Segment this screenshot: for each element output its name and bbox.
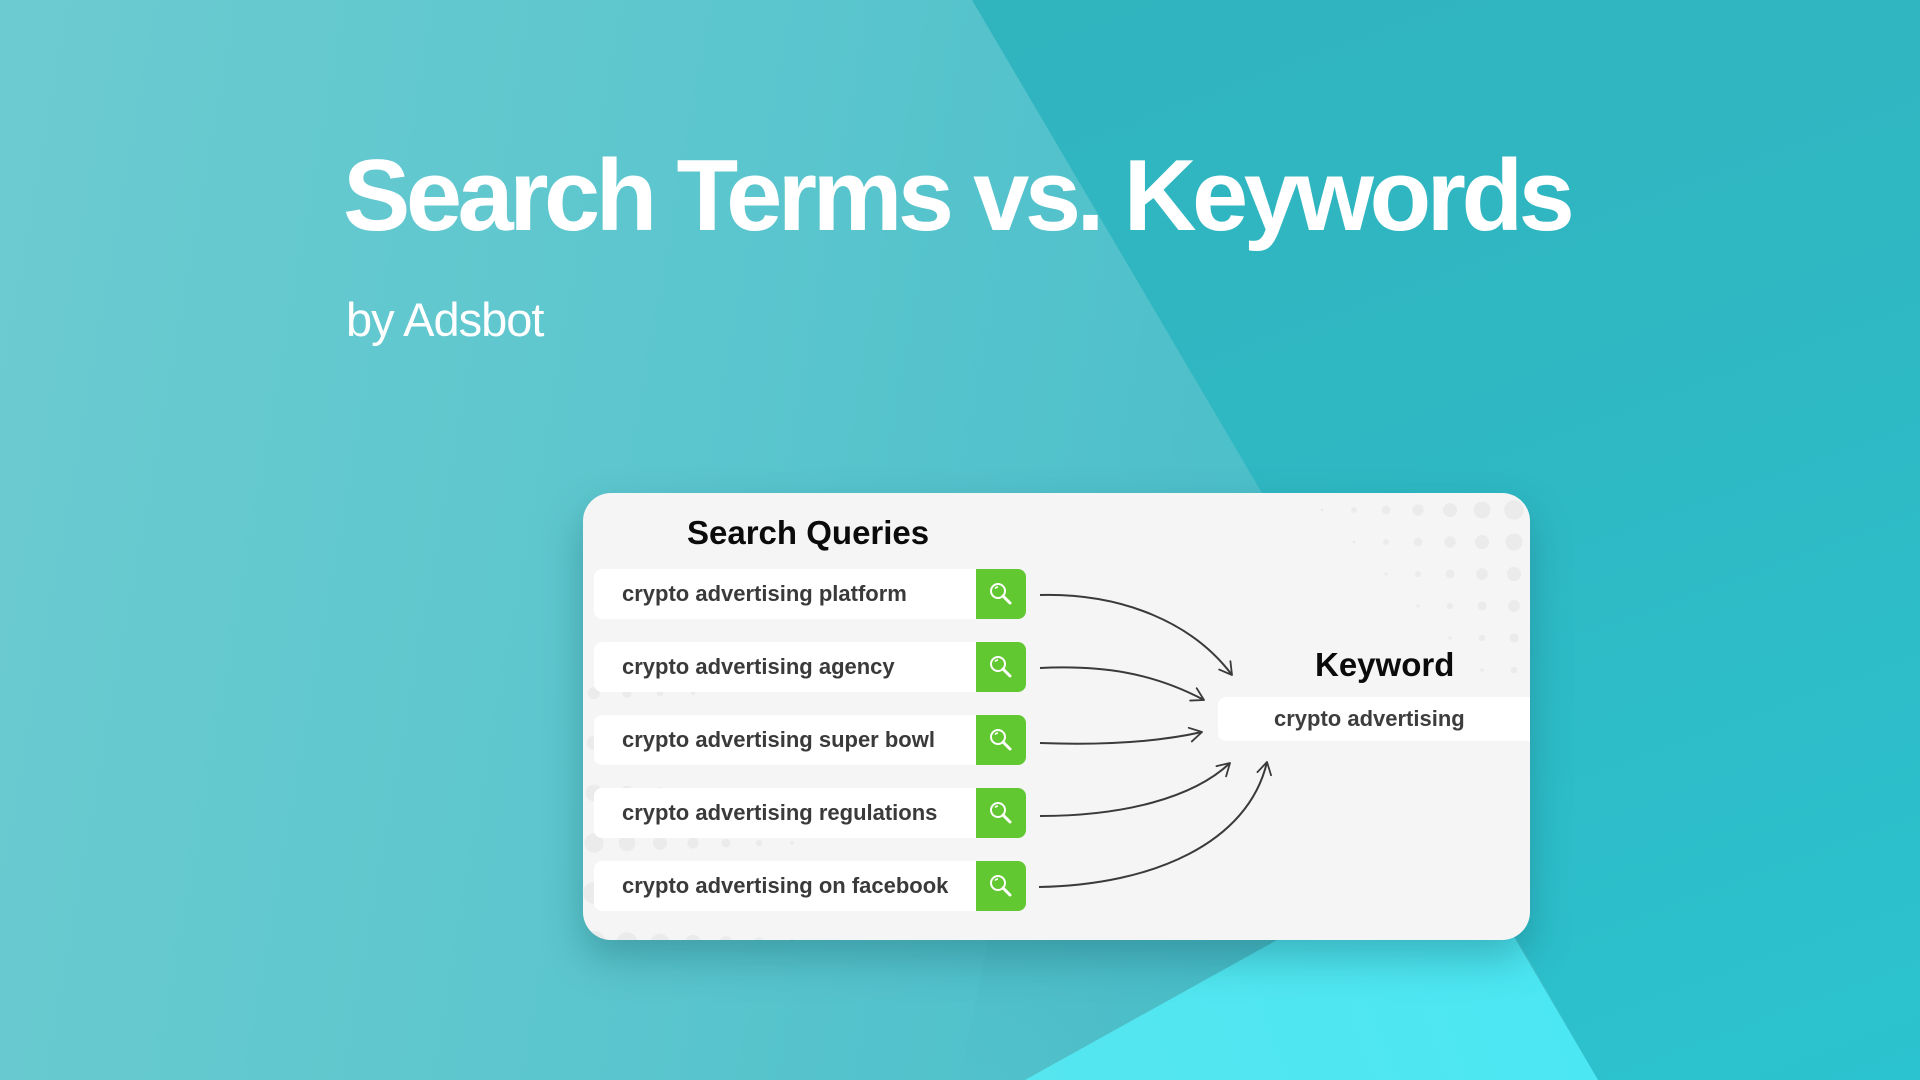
arrow-query-2 — [1039, 666, 1205, 702]
keyword-value: crypto advertising — [1218, 697, 1530, 741]
arrow-query-5 — [1038, 761, 1272, 888]
diagram-card: Search Queries crypto advertising platfo… — [583, 493, 1530, 940]
page-subtitle: by Adsbot — [346, 293, 544, 346]
arrow-query-3 — [1039, 726, 1203, 745]
arrow-query-1 — [1039, 593, 1233, 676]
page-title: Search Terms vs. Keywords — [343, 140, 1575, 252]
keyword-heading: Keyword — [1315, 646, 1455, 683]
arrow-query-4 — [1039, 762, 1231, 817]
